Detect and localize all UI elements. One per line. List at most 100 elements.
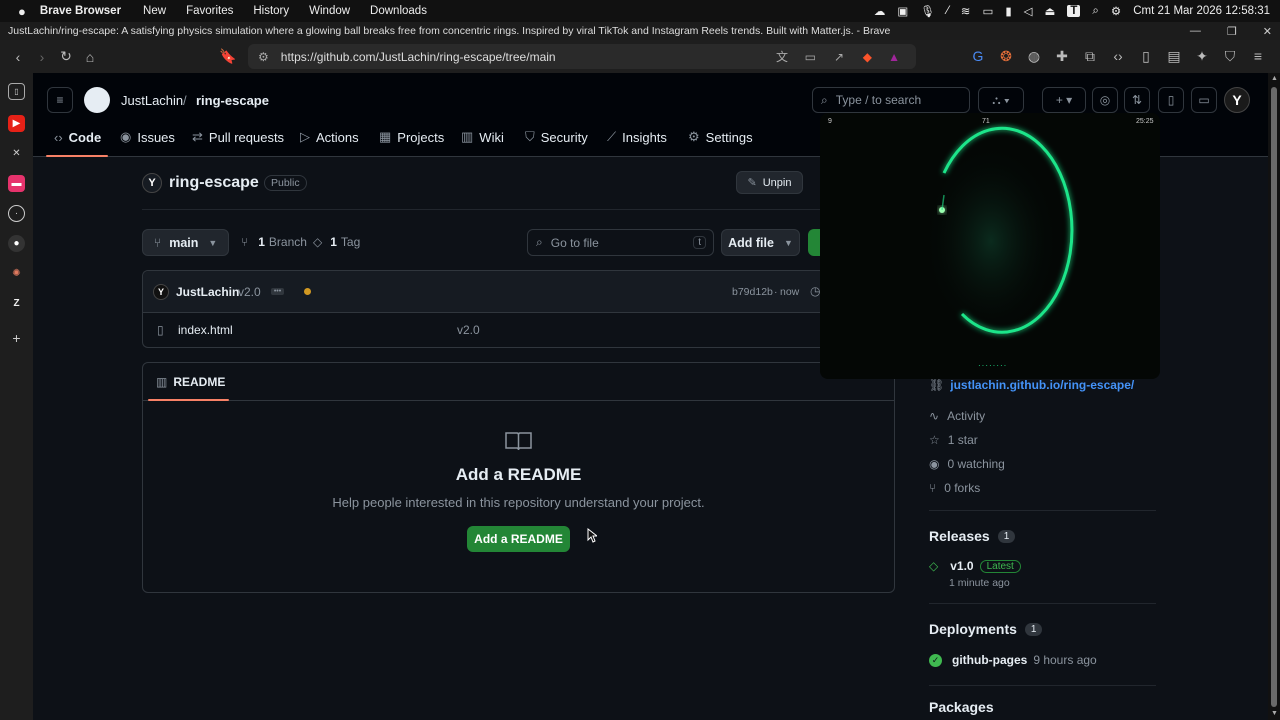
tab-projects[interactable]: ▦ Projects bbox=[379, 128, 444, 146]
branch-selector[interactable]: ⑂ main ▼ bbox=[142, 229, 229, 256]
translate-icon[interactable]: 文 bbox=[776, 48, 788, 65]
menu-history[interactable]: History bbox=[253, 5, 289, 17]
ellipsis-button[interactable]: ••• bbox=[271, 288, 284, 295]
copilot-button[interactable]: ⛬ ▾ bbox=[978, 87, 1024, 113]
cloud-icon[interactable]: ☁ bbox=[874, 4, 886, 18]
deployment-name[interactable]: github-pages bbox=[952, 653, 1027, 667]
create-new-button[interactable]: + ▾ bbox=[1042, 87, 1086, 113]
status-dot-icon[interactable] bbox=[304, 288, 311, 295]
close-icon[interactable]: ✕ bbox=[1263, 25, 1272, 38]
go-to-file-input[interactable]: ⌕ Go to file t bbox=[527, 229, 714, 256]
activity-link[interactable]: ∿ Activity bbox=[929, 409, 985, 423]
commit-hash[interactable]: b79d12b bbox=[732, 286, 773, 298]
forks-link[interactable]: ⑂ 0 forks bbox=[929, 481, 980, 495]
extensions-icon[interactable]: ✚ bbox=[1050, 44, 1074, 68]
add-readme-button[interactable]: Add a README bbox=[467, 526, 570, 552]
repo-owner-link[interactable]: JustLachin bbox=[121, 93, 183, 108]
releases-heading[interactable]: Releases 1 bbox=[929, 528, 1016, 544]
bookmark-icon[interactable]: 🔖 bbox=[216, 45, 240, 69]
menu-window[interactable]: Window bbox=[309, 5, 350, 17]
commit-author-avatar[interactable]: Y bbox=[153, 284, 169, 300]
tab-code[interactable]: ‹› Code bbox=[54, 128, 101, 146]
video-overlay[interactable]: 9 71 25:25 ········ bbox=[820, 113, 1160, 379]
cast-icon[interactable]: ▭ bbox=[805, 50, 816, 64]
wifi-icon[interactable]: ≋ bbox=[961, 4, 971, 18]
branches-link[interactable]: ⑂ 1 Branch bbox=[241, 235, 307, 249]
readme-tab[interactable]: ▥ README bbox=[156, 375, 225, 389]
datetime[interactable]: Cmt 21 Mar 2026 12:58:31 bbox=[1133, 5, 1270, 17]
avatar[interactable]: Y bbox=[1224, 87, 1250, 113]
minimize-icon[interactable]: — bbox=[1190, 25, 1201, 37]
share-icon[interactable]: ↗ bbox=[834, 50, 844, 64]
release-item[interactable]: ◇ v1.0 Latest bbox=[929, 559, 1021, 573]
slash-icon[interactable]: ⁄ bbox=[947, 5, 949, 17]
release-version[interactable]: v1.0 bbox=[950, 559, 973, 573]
brave-shield-icon[interactable]: ◆ bbox=[863, 50, 872, 64]
add-sidebar-icon[interactable]: + bbox=[8, 329, 25, 346]
app-red-icon[interactable]: ▬ bbox=[8, 175, 25, 192]
brave-rewards-icon[interactable]: ▲ bbox=[888, 50, 900, 64]
scroll-up-icon[interactable]: ▲ bbox=[1271, 75, 1278, 82]
repo-title[interactable]: ring-escape bbox=[169, 174, 259, 192]
file-row[interactable]: ▯ index.html v2.0 bbox=[143, 314, 821, 347]
z-app-icon[interactable]: Z bbox=[8, 295, 25, 312]
menu-new[interactable]: New bbox=[143, 5, 166, 17]
tab-settings[interactable]: ⚙ Settings bbox=[688, 128, 753, 146]
claude-icon[interactable]: ✺ bbox=[8, 265, 25, 282]
pulls-nav-icon[interactable]: ⇅ bbox=[1124, 87, 1150, 113]
file-name[interactable]: index.html bbox=[178, 323, 233, 337]
history-icon[interactable]: ◷ bbox=[810, 284, 820, 298]
translate-ext-icon[interactable]: G bbox=[966, 44, 990, 68]
volume-icon[interactable]: ◁ bbox=[1024, 4, 1033, 18]
search-input[interactable]: ⌕ Type / to search bbox=[812, 87, 970, 113]
apple-menu-icon[interactable]: ● bbox=[18, 4, 26, 19]
deployment-item[interactable]: ✓ github-pages 9 hours ago bbox=[929, 653, 1097, 667]
tab-wiki[interactable]: ▥ Wiki bbox=[461, 128, 504, 146]
home-icon[interactable]: ⌂ bbox=[78, 45, 102, 69]
forward-icon[interactable]: › bbox=[30, 45, 54, 69]
copilot-chat-icon[interactable]: ▯ bbox=[1158, 87, 1184, 113]
mic-icon[interactable]: 🎙 bbox=[920, 4, 935, 18]
scrollbar-thumb[interactable] bbox=[1271, 87, 1277, 707]
menu-downloads[interactable]: Downloads bbox=[370, 5, 427, 17]
status-app-icon[interactable]: ▣ bbox=[897, 4, 908, 18]
packages-heading[interactable]: Packages bbox=[929, 699, 994, 715]
tab-pull-requests[interactable]: ⇄ Pull requests bbox=[192, 128, 284, 146]
app-name[interactable]: Brave Browser bbox=[40, 5, 121, 17]
screenshot-icon[interactable]: ⧉ bbox=[1078, 44, 1102, 68]
unpin-button[interactable]: ✎ Unpin bbox=[736, 171, 803, 194]
clock-icon[interactable]: · bbox=[8, 205, 25, 222]
sidebar-toggle-icon[interactable]: ▯ bbox=[1134, 44, 1158, 68]
tab-security[interactable]: ⛉ Security bbox=[525, 128, 588, 146]
tab-issues[interactable]: ◉ Issues bbox=[120, 128, 175, 146]
site-info-icon[interactable]: ⚙ bbox=[258, 50, 269, 64]
deployments-heading[interactable]: Deployments 1 bbox=[929, 621, 1043, 637]
control-center-icon[interactable]: ⚙ bbox=[1111, 4, 1121, 18]
battery-icon[interactable]: ▮ bbox=[1005, 4, 1011, 18]
website-url[interactable]: justlachin.github.io/ring-escape/ bbox=[950, 378, 1134, 392]
github-logo-icon[interactable] bbox=[84, 87, 110, 113]
globe-icon[interactable]: ◍ bbox=[1022, 44, 1046, 68]
leo-icon[interactable]: ✦ bbox=[1190, 44, 1214, 68]
file-commit-message[interactable]: v2.0 bbox=[457, 323, 480, 337]
url-text[interactable]: https://github.com/JustLachin/ring-escap… bbox=[281, 50, 556, 64]
menu-favorites[interactable]: Favorites bbox=[186, 5, 233, 17]
website-link[interactable]: ⛓ justlachin.github.io/ring-escape/ bbox=[929, 378, 1134, 392]
muted-icon[interactable]: ✕ bbox=[8, 145, 25, 162]
maximize-icon[interactable]: ❐ bbox=[1227, 25, 1237, 38]
hamburger-button[interactable]: ≡ bbox=[47, 87, 73, 113]
inbox-icon[interactable]: ▭ bbox=[1191, 87, 1217, 113]
stars-link[interactable]: ☆ 1 star bbox=[929, 433, 978, 447]
address-bar[interactable]: ⚙ https://github.com/JustLachin/ring-esc… bbox=[248, 44, 916, 69]
display-icon[interactable]: ▭ bbox=[982, 4, 993, 18]
page-scrollbar[interactable]: ▲ ▼ bbox=[1268, 73, 1280, 720]
add-file-button[interactable]: Add file ▼ bbox=[721, 229, 800, 256]
extension-orange-icon[interactable]: ❂ bbox=[994, 44, 1018, 68]
scroll-down-icon[interactable]: ▼ bbox=[1271, 710, 1278, 717]
tab-insights[interactable]: ⟋ Insights bbox=[607, 128, 667, 146]
github-icon[interactable]: ● bbox=[8, 235, 25, 252]
menu-icon[interactable]: ≡ bbox=[1246, 44, 1270, 68]
repo-name-link[interactable]: ring-escape bbox=[196, 93, 269, 108]
watching-link[interactable]: ◉ 0 watching bbox=[929, 457, 1005, 471]
commit-author[interactable]: JustLachin bbox=[176, 285, 239, 299]
